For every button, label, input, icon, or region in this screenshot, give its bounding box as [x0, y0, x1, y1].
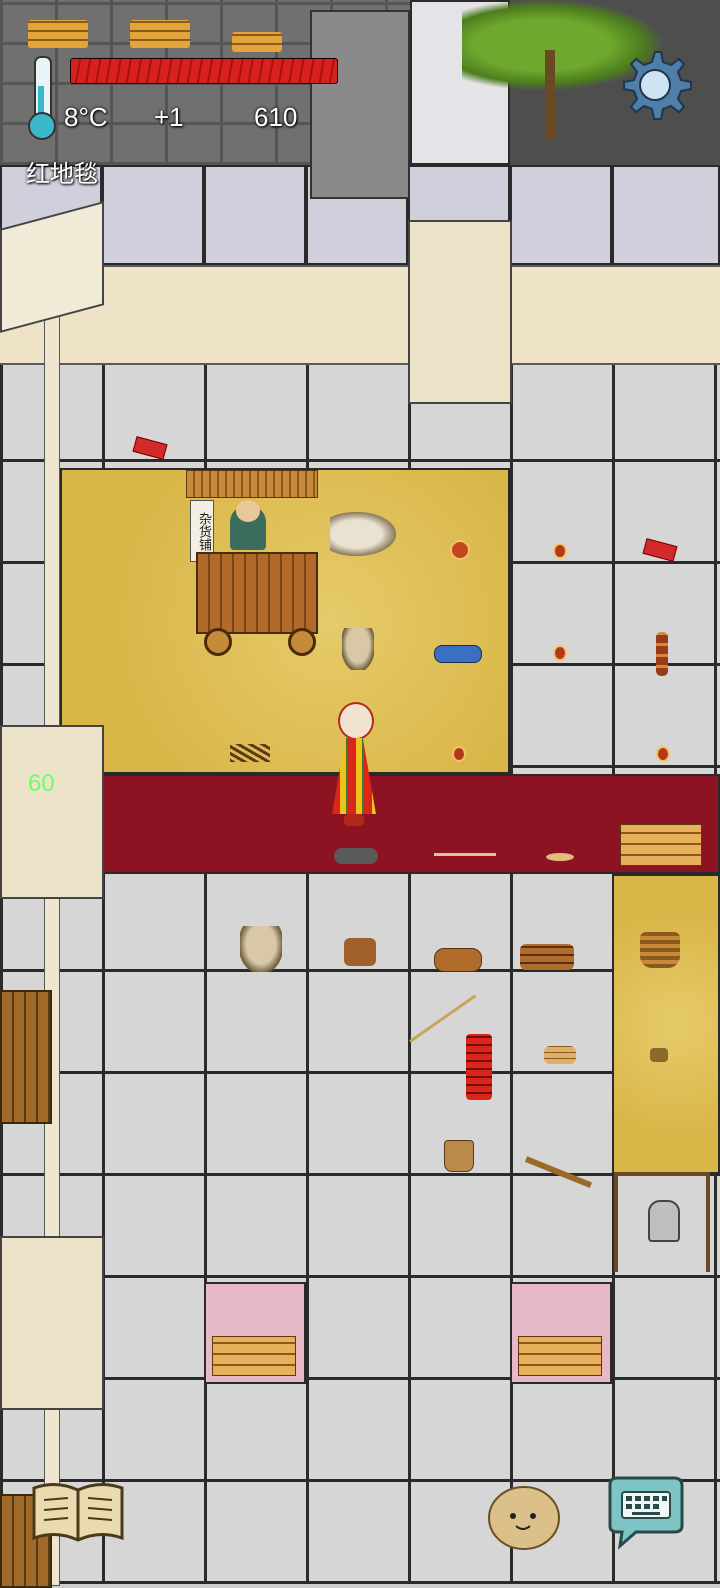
basket-item[interactable]: [640, 932, 680, 968]
plank-pile[interactable]: [28, 20, 88, 48]
gear-icon[interactable]: [616, 46, 694, 124]
hanging-food-item[interactable]: [656, 632, 668, 676]
plank-stack-item[interactable]: [212, 1336, 296, 1376]
cart-roof: [186, 470, 318, 498]
keyboard-chat-icon[interactable]: [602, 1474, 688, 1550]
twig-pile-item[interactable]: [230, 744, 270, 762]
cart-wheel: [204, 628, 232, 656]
floor-tile: [204, 165, 306, 265]
wall-segment: [0, 265, 720, 365]
score-counter: 610: [254, 102, 298, 132]
thermometer-icon: [26, 56, 56, 140]
wooden-gate[interactable]: [0, 990, 52, 1124]
held-item-name: 红地毯: [26, 160, 98, 188]
clothes-pile-item[interactable]: [334, 848, 378, 864]
shop-cart[interactable]: 杂货铺: [176, 470, 326, 660]
player-character[interactable]: [326, 698, 382, 832]
cart-wheel: [288, 628, 316, 656]
seed-item[interactable]: [452, 746, 466, 762]
flower-item[interactable]: [450, 540, 470, 560]
game-world[interactable]: 杂货铺: [0, 0, 720, 1588]
stone-pillar: [310, 10, 410, 199]
book-icon[interactable]: [30, 1478, 126, 1544]
plank-stack-item[interactable]: [518, 1336, 602, 1376]
flatbread-item[interactable]: [546, 853, 574, 861]
player-head: [338, 702, 374, 740]
temperature-readout: 8°C: [64, 102, 108, 132]
wall-pillar: [408, 220, 512, 404]
floor-tile: [102, 165, 204, 265]
sprout-item[interactable]: [650, 1048, 668, 1062]
side-counter: 60: [28, 770, 55, 797]
log-item[interactable]: [434, 948, 482, 972]
player-dress: [332, 738, 376, 814]
backpack-item[interactable]: [342, 628, 374, 670]
yellow-carpet: [612, 874, 720, 1174]
seed-item[interactable]: [553, 543, 567, 559]
plank-pile[interactable]: [232, 32, 282, 52]
potato-face-icon[interactable]: [486, 1482, 562, 1552]
floor-tile: [510, 165, 612, 265]
player-feet: [344, 814, 364, 826]
seed-item[interactable]: [553, 645, 567, 661]
temperature-change: +1: [154, 102, 184, 132]
stump-item[interactable]: [344, 938, 376, 966]
wall-pillar: [0, 725, 104, 899]
firecracker-item[interactable]: [466, 1034, 492, 1100]
stick-item[interactable]: [434, 853, 496, 856]
seed-item[interactable]: [656, 746, 670, 762]
firewood-item[interactable]: [520, 944, 574, 970]
cloth-item[interactable]: [434, 645, 482, 663]
sack-pile[interactable]: [330, 512, 396, 556]
health-bar-fill: [71, 59, 337, 83]
backpack-item[interactable]: [240, 926, 282, 972]
bread-stack-item[interactable]: [544, 1046, 576, 1064]
plank-stack-item[interactable]: [620, 824, 702, 866]
health-bar: [70, 58, 338, 84]
wall-pillar: [0, 1236, 104, 1410]
plank-pile[interactable]: [130, 20, 190, 48]
tree-trunk: [545, 50, 555, 140]
bucket-item[interactable]: [444, 1140, 474, 1172]
cart-counter: [196, 552, 318, 634]
floor-tile: [612, 165, 720, 265]
bell-item[interactable]: [648, 1200, 680, 1242]
merchant-head: [236, 500, 260, 522]
